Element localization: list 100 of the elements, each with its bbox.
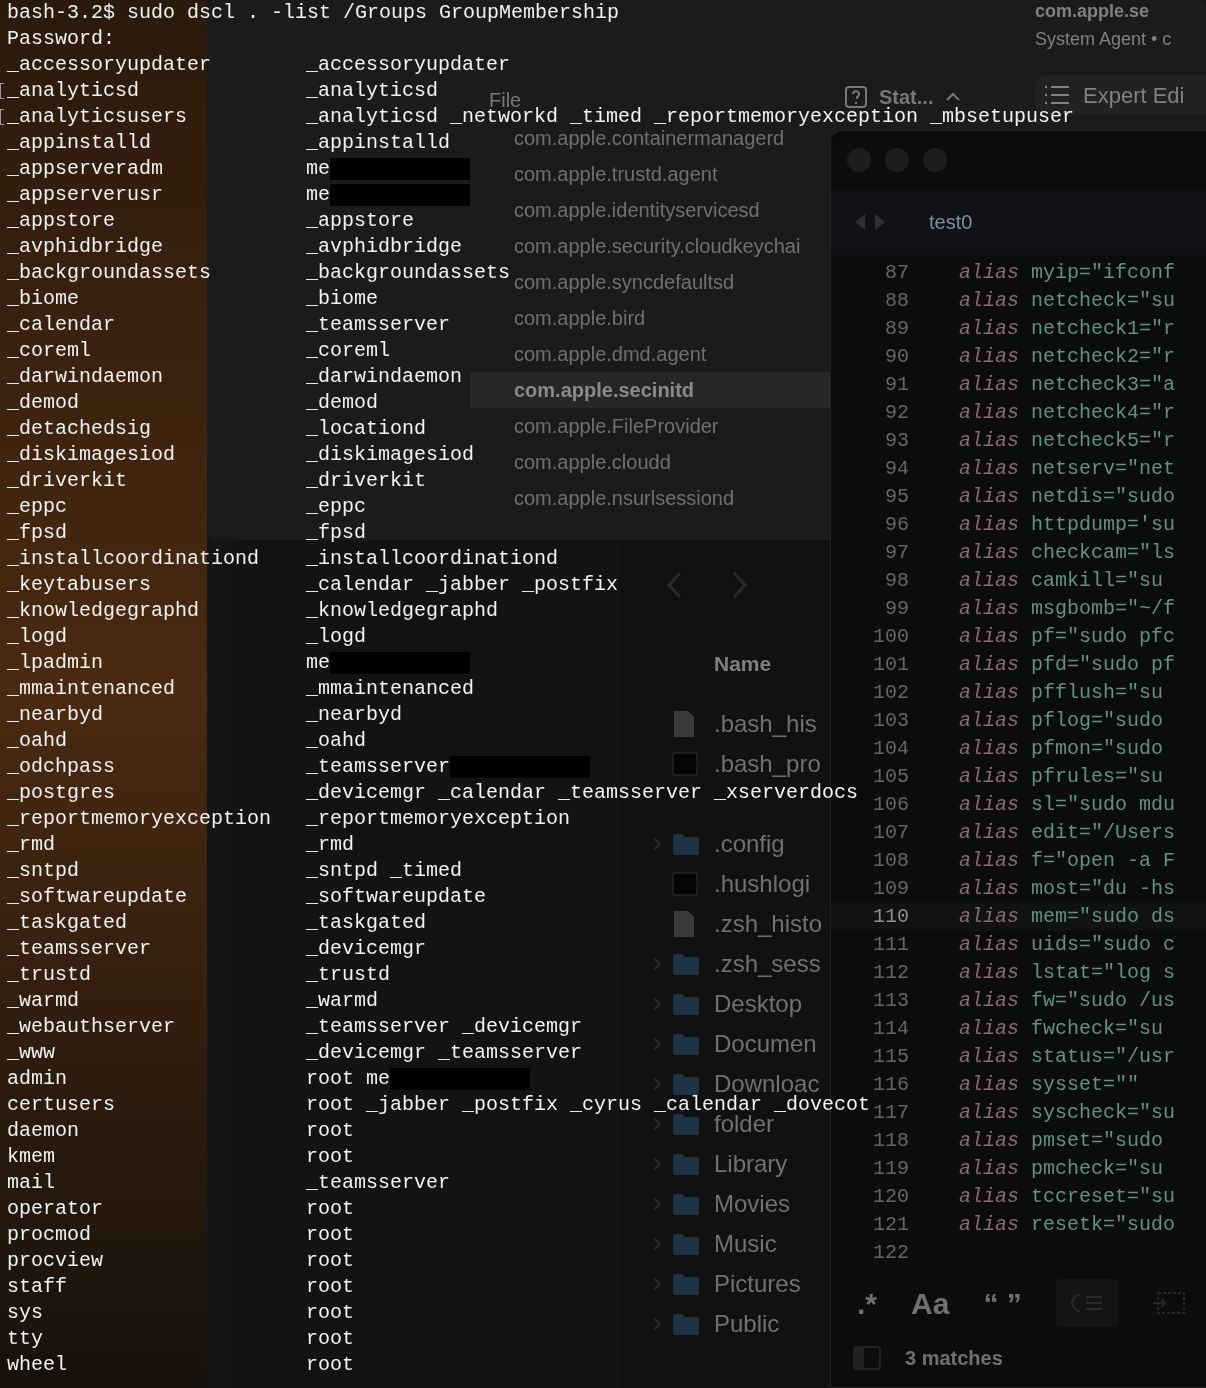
code-keyword: alias — [959, 1212, 1019, 1238]
group-members: root me — [306, 1069, 390, 1089]
search-option-button[interactable]: “ ” — [983, 1280, 1022, 1326]
password-prompt: Password: — [7, 26, 116, 52]
group-name: mail — [7, 1170, 56, 1196]
disclosure-icon[interactable] — [652, 836, 662, 852]
code-keyword: alias — [959, 680, 1019, 706]
group-members: root — [306, 1303, 354, 1323]
group-name: _knowledgegraphd — [7, 598, 201, 624]
line-number: 87 — [884, 260, 909, 286]
editor-tab[interactable]: test0 — [929, 207, 973, 237]
file-name[interactable]: .zsh_histo — [714, 911, 823, 937]
file-name[interactable]: Public — [714, 1311, 780, 1337]
group-members: _avphidbridge — [306, 237, 463, 257]
group-name: _analyticsusers — [7, 104, 189, 130]
disclosure-icon[interactable] — [652, 1316, 662, 1332]
search-option-button[interactable]: Aa — [911, 1280, 950, 1326]
file-name[interactable]: .hushlogi — [714, 871, 811, 897]
group-name: operator — [7, 1196, 104, 1222]
group-name: _coreml — [7, 338, 92, 364]
disclosure-icon[interactable] — [652, 1156, 662, 1172]
job-row[interactable]: com.apple.bird — [470, 300, 830, 336]
code-text: msgbomb="~/f — [1031, 596, 1176, 622]
job-row[interactable]: com.apple.nsurlsessiond — [470, 480, 830, 516]
group-name: kmem — [7, 1144, 56, 1170]
code-text: pf="sudo pfc — [1031, 624, 1176, 650]
code-keyword: alias — [959, 932, 1019, 958]
file-name[interactable]: .config — [714, 831, 785, 857]
group-members: _rmd — [306, 835, 354, 855]
job-row[interactable]: com.apple.security.cloudkeychai — [470, 228, 830, 264]
group-members: root — [306, 1251, 354, 1271]
group-members: _devicemgr — [306, 939, 427, 959]
group-members: root — [306, 1121, 354, 1141]
chevron-right-icon[interactable] — [873, 213, 887, 231]
chevron-left-icon[interactable] — [853, 213, 867, 231]
disclosure-icon[interactable] — [652, 1196, 662, 1212]
file-name[interactable]: Library — [714, 1151, 788, 1177]
line-number: 114 — [872, 1016, 909, 1042]
group-members: _appstore — [306, 211, 415, 231]
search-option-button[interactable]: .* — [857, 1280, 877, 1326]
code-keyword: alias — [959, 344, 1019, 370]
line-number: 102 — [872, 680, 909, 706]
disclosure-icon[interactable] — [652, 1076, 662, 1092]
file-name[interactable]: Documen — [714, 1031, 817, 1057]
file-name[interactable]: Movies — [714, 1191, 791, 1217]
folder-icon — [672, 1032, 700, 1056]
group-members: _teamsserver — [306, 1173, 451, 1193]
forward-icon[interactable] — [732, 571, 748, 599]
group-name: _www — [7, 1040, 56, 1066]
file-name[interactable]: .bash_his — [714, 711, 817, 737]
disclosure-icon[interactable] — [652, 1116, 662, 1132]
job-row[interactable]: com.apple.dmd.agent — [470, 336, 830, 372]
disclosure-icon[interactable] — [652, 1276, 662, 1292]
group-members: _nearbyd — [306, 705, 402, 725]
line-number: 122 — [872, 1240, 909, 1266]
group-name: _logd — [7, 624, 68, 650]
code-text: fw="sudo /us — [1031, 988, 1176, 1014]
group-name: _teamsserver — [7, 936, 153, 962]
job-row[interactable]: com.apple.secinitd — [470, 372, 830, 408]
code-keyword: alias — [959, 596, 1019, 622]
file-name[interactable]: Desktop — [714, 991, 803, 1017]
match-count: 3 matches — [905, 1346, 1003, 1371]
code-text: netcheck="su — [1031, 288, 1176, 314]
line-number: 112 — [872, 960, 909, 986]
group-name: _appserveradm — [7, 156, 165, 182]
group-members: _mmaintenanced — [306, 679, 475, 699]
group-name: _webauthserver — [7, 1014, 177, 1040]
job-row[interactable]: com.apple.identityservicesd — [470, 192, 830, 228]
folder-icon — [672, 1152, 700, 1176]
disclosure-icon[interactable] — [652, 1036, 662, 1052]
back-icon[interactable] — [666, 571, 682, 599]
job-row[interactable]: com.apple.FileProvider — [470, 408, 830, 444]
insert-box-icon[interactable] — [1151, 1291, 1186, 1315]
job-row[interactable]: com.apple.trustd.agent — [470, 156, 830, 192]
group-name: _driverkit — [7, 468, 129, 494]
group-name: wheel — [7, 1352, 68, 1378]
wrap-button[interactable] — [1055, 1279, 1118, 1327]
help-icon[interactable] — [845, 86, 867, 108]
code-keyword: alias — [959, 904, 1019, 930]
column-header[interactable]: Name — [714, 648, 772, 680]
code-keyword: alias — [959, 652, 1019, 678]
file-name[interactable]: .zsh_sess — [714, 951, 821, 977]
terminal-file-icon — [672, 752, 698, 776]
terminal-file-icon — [672, 872, 698, 896]
group-members: _demod — [306, 393, 378, 413]
disclosure-icon[interactable] — [652, 1236, 662, 1252]
group-members: _trustd — [306, 965, 390, 985]
inspector-subtitle: System Agent • c — [1035, 28, 1173, 51]
folder-icon — [672, 1232, 700, 1256]
file-name[interactable]: .bash_pro — [714, 751, 821, 777]
group-members: _warmd — [306, 991, 378, 1011]
code-keyword: alias — [959, 820, 1019, 846]
group-name: _appserverusr — [7, 182, 165, 208]
code-text: netcheck4="r — [1031, 400, 1176, 426]
file-name[interactable]: Pictures — [714, 1271, 801, 1297]
file-name[interactable]: Music — [714, 1231, 777, 1257]
code-keyword: alias — [959, 260, 1019, 286]
disclosure-icon[interactable] — [652, 956, 662, 972]
disclosure-icon[interactable] — [652, 996, 662, 1012]
code-text: f="open -a F — [1031, 848, 1176, 874]
